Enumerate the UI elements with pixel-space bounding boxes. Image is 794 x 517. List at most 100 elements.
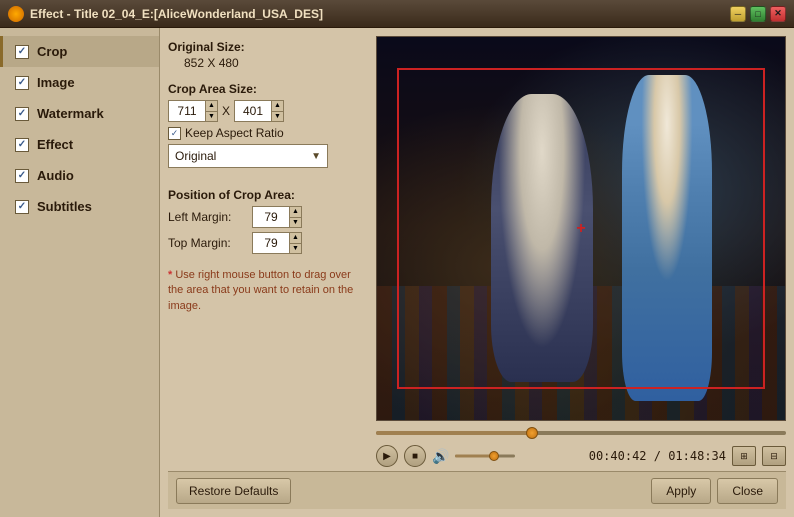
play-button[interactable]: ▶ [376,445,398,467]
close-button[interactable]: Close [717,478,778,504]
title-bar: Effect - Title 02_04_E:[AliceWonderland_… [0,0,794,28]
left-margin-spinbox-buttons: ▲ ▼ [289,206,301,228]
original-size-section: Original Size: 852 X 480 [168,40,368,70]
close-window-button[interactable]: ✕ [770,6,786,22]
crop-area-label: Crop Area Size: [168,82,368,96]
action-buttons: Apply Close [651,478,778,504]
sidebar-item-effect[interactable]: ✓ Effect [0,129,159,160]
width-spinbox-buttons: ▲ ▼ [205,100,217,122]
crop-area-section: Crop Area Size: ▲ ▼ X [168,82,368,168]
progress-fill [376,431,532,435]
next-frame-button[interactable]: ⊟ [762,446,786,466]
progress-bar[interactable] [376,427,786,439]
width-down-button[interactable]: ▼ [205,112,217,123]
content-area: Original Size: 852 X 480 Crop Area Size:… [168,36,786,471]
left-margin-down-button[interactable]: ▼ [289,218,301,229]
video-inner: + [377,37,785,420]
audio-label: Audio [37,168,74,183]
prev-frame-icon: ⊞ [740,451,748,462]
effect-label: Effect [37,137,73,152]
controls-panel: Original Size: 852 X 480 Crop Area Size:… [168,36,368,471]
width-spinbox[interactable]: ▲ ▼ [168,100,218,122]
play-icon: ▶ [383,451,391,462]
sidebar-item-watermark[interactable]: ✓ Watermark [0,98,159,129]
rabbit-character [491,94,593,381]
dropdown-row: Original ▼ [168,144,368,168]
prev-frame-button[interactable]: ⊞ [732,446,756,466]
x-separator: X [222,104,230,118]
height-spinbox-buttons: ▲ ▼ [271,100,283,122]
hint-star: * [168,269,172,281]
position-label: Position of Crop Area: [168,188,368,202]
apply-button[interactable]: Apply [651,478,711,504]
top-margin-input[interactable] [253,233,289,253]
width-up-button[interactable]: ▲ [205,100,217,112]
image-label: Image [37,75,75,90]
top-margin-label: Top Margin: [168,236,248,250]
next-frame-icon: ⊟ [770,451,778,462]
left-margin-spinbox[interactable]: ▲ ▼ [252,206,302,228]
bottom-bar: Restore Defaults Apply Close [168,471,786,509]
left-margin-label: Left Margin: [168,210,248,224]
volume-slider[interactable] [455,451,515,461]
top-margin-up-button[interactable]: ▲ [289,232,301,244]
alice-character [622,75,712,401]
subtitles-checkbox[interactable]: ✓ [15,200,29,214]
video-controls: ▶ ■ 🔊 00:40:42 / 01:48:34 [376,421,786,471]
height-down-button[interactable]: ▼ [271,112,283,123]
progress-thumb[interactable] [526,427,538,439]
height-spinbox[interactable]: ▲ ▼ [234,100,284,122]
app-icon [8,6,24,22]
crop-label: Crop [37,44,67,59]
subtitles-label: Subtitles [37,199,92,214]
window-title: Effect - Title 02_04_E:[AliceWonderland_… [30,7,730,21]
right-panel: Original Size: 852 X 480 Crop Area Size:… [160,28,794,517]
stop-button[interactable]: ■ [404,445,426,467]
video-preview[interactable]: + [376,36,786,421]
original-size-label: Original Size: [168,40,368,54]
hint-section: * Use right mouse button to drag over th… [168,268,368,314]
stop-icon: ■ [412,451,418,462]
minimize-button[interactable]: ─ [730,6,746,22]
volume-thumb[interactable] [489,451,499,461]
watermark-label: Watermark [37,106,104,121]
keep-aspect-checkbox[interactable]: ✓ [168,127,181,140]
dropdown-value: Original [175,149,216,163]
main-area: ✓ Crop ✓ Image ✓ Watermark ✓ Effect ✓ [0,28,794,517]
height-up-button[interactable]: ▲ [271,100,283,112]
left-margin-row: Left Margin: ▲ ▼ [168,206,368,228]
audio-checkbox[interactable]: ✓ [15,169,29,183]
original-size-value: 852 X 480 [168,56,368,70]
keep-aspect-label: Keep Aspect Ratio [185,126,284,140]
preview-panel: + ▶ [376,36,786,471]
dropdown-arrow-icon: ▼ [311,151,321,162]
maximize-button[interactable]: □ [750,6,766,22]
left-margin-up-button[interactable]: ▲ [289,206,301,218]
top-margin-spinbox[interactable]: ▲ ▼ [252,232,302,254]
position-section: Position of Crop Area: Left Margin: ▲ ▼ [168,188,368,254]
watermark-checkbox[interactable]: ✓ [15,107,29,121]
hint-text: Use right mouse button to drag over the … [168,269,353,312]
volume-track [455,455,515,458]
aspect-ratio-dropdown[interactable]: Original ▼ [168,144,328,168]
volume-icon: 🔊 [432,448,449,465]
crop-checkbox[interactable]: ✓ [15,45,29,59]
sidebar-item-subtitles[interactable]: ✓ Subtitles [0,191,159,222]
sidebar-item-audio[interactable]: ✓ Audio [0,160,159,191]
top-margin-down-button[interactable]: ▼ [289,244,301,255]
width-input[interactable] [169,101,205,121]
restore-defaults-button[interactable]: Restore Defaults [176,478,291,504]
time-display: 00:40:42 / 01:48:34 [521,449,726,463]
effect-checkbox[interactable]: ✓ [15,138,29,152]
image-checkbox[interactable]: ✓ [15,76,29,90]
playback-row: ▶ ■ 🔊 00:40:42 / 01:48:34 [376,445,786,467]
size-input-row: ▲ ▼ X ▲ ▼ [168,100,368,122]
sidebar-item-image[interactable]: ✓ Image [0,67,159,98]
keep-aspect-row: ✓ Keep Aspect Ratio [168,126,368,140]
window-controls: ─ □ ✕ [730,6,786,22]
progress-track [376,431,786,435]
left-margin-input[interactable] [253,207,289,227]
height-input[interactable] [235,101,271,121]
sidebar: ✓ Crop ✓ Image ✓ Watermark ✓ Effect ✓ [0,28,160,517]
sidebar-item-crop[interactable]: ✓ Crop [0,36,159,67]
